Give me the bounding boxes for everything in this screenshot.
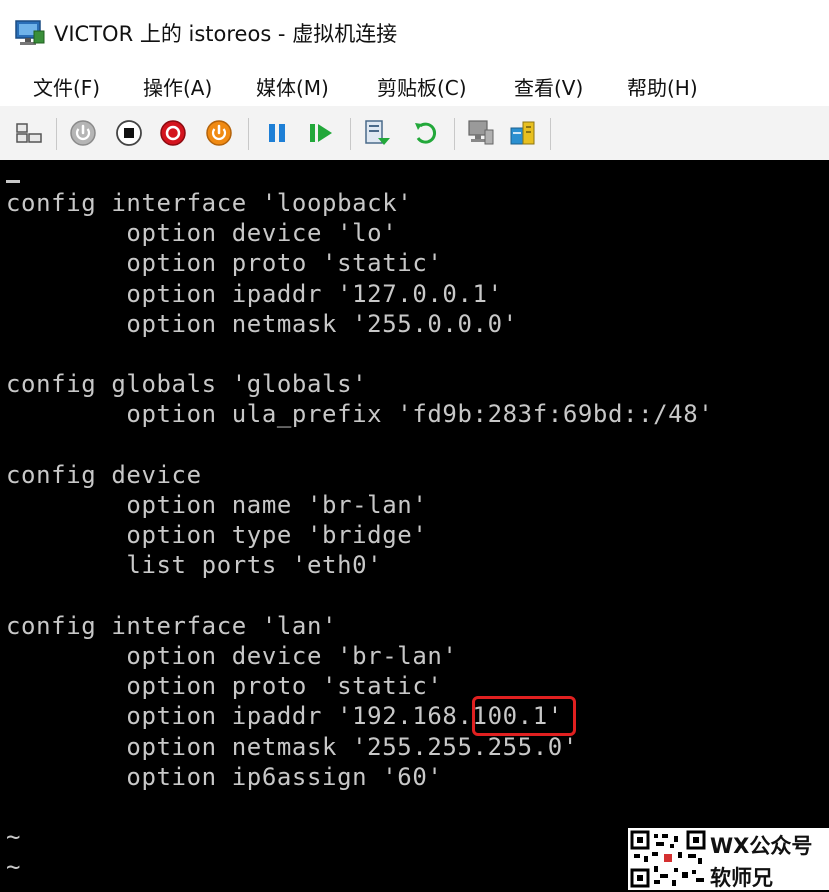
toolbar-separator	[56, 118, 57, 150]
revert-button[interactable]	[410, 118, 440, 148]
toolbar-separator	[550, 118, 551, 150]
revert-icon	[415, 122, 436, 144]
enhanced-session-icon	[468, 120, 494, 145]
console-line: option proto 'static'	[6, 672, 443, 701]
watermark: WX公众号 软师兄	[628, 828, 829, 890]
console-line: option ipaddr '127.0.0.1'	[6, 279, 503, 308]
start-button[interactable]	[68, 118, 98, 148]
console-line: option netmask '255.0.0.0'	[6, 309, 518, 338]
title-bar: VICTOR 上的 istoreos - 虚拟机连接	[0, 0, 829, 64]
console-line: config device	[6, 460, 202, 489]
resume-button[interactable]	[306, 118, 336, 148]
share-icon	[510, 121, 535, 145]
menu-clipboard[interactable]: 剪贴板(C)	[377, 72, 467, 101]
turn-off-button[interactable]	[114, 118, 144, 148]
start-icon	[70, 120, 96, 146]
vm-console[interactable]: config interface 'loopback' option devic…	[0, 160, 829, 890]
console-line: ~	[6, 853, 22, 882]
turn-off-icon	[116, 120, 142, 146]
ctrl-alt-del-icon	[16, 123, 42, 143]
watermark-line-1: WX公众号	[710, 834, 813, 858]
console-line: option ip6assign '60'	[6, 762, 443, 791]
menu-action[interactable]: 操作(A)	[143, 72, 212, 101]
console-line: option ula_prefix 'fd9b:283f:69bd::/48'	[6, 400, 714, 429]
console-line: option device 'lo'	[6, 219, 398, 248]
window-title: VICTOR 上的 istoreos - 虚拟机连接	[54, 22, 398, 46]
toolbar-separator	[248, 118, 249, 150]
console-line: config globals 'globals'	[6, 370, 368, 399]
shutdown-icon	[160, 120, 186, 146]
power-icon	[206, 120, 232, 146]
checkpoint-icon	[365, 120, 390, 145]
toolbar	[0, 106, 829, 160]
ip-highlight-box	[472, 696, 576, 736]
toolbar-separator	[454, 118, 455, 150]
menu-view[interactable]: 查看(V)	[514, 72, 583, 101]
menu-help[interactable]: 帮助(H)	[627, 72, 698, 101]
save-state-button[interactable]	[204, 118, 234, 148]
ctrl-alt-del-button[interactable]	[14, 118, 44, 148]
console-line: option netmask '255.255.255.0'	[6, 732, 578, 761]
console-line: ~	[6, 823, 22, 852]
console-line: option proto 'static'	[6, 249, 443, 278]
toolbar-separator	[350, 118, 351, 150]
console-line: list ports 'eth0'	[6, 551, 383, 580]
menu-file[interactable]: 文件(F)	[33, 72, 100, 101]
vm-connection-window: VICTOR 上的 istoreos - 虚拟机连接 文件(F) 操作(A) 媒…	[0, 0, 829, 890]
vm-connection-icon	[15, 20, 45, 45]
console-line: config interface 'loopback'	[6, 189, 413, 217]
console-line: option type 'bridge'	[6, 521, 428, 550]
pause-button[interactable]	[262, 118, 292, 148]
console-line: option device 'br-lan'	[6, 642, 458, 670]
resume-icon	[310, 124, 332, 142]
text-cursor	[6, 180, 20, 183]
console-line: ~	[6, 883, 21, 890]
console-line: config interface 'lan'	[6, 611, 338, 640]
qr-code-icon	[630, 830, 706, 888]
console-line: option name 'br-lan'	[6, 491, 428, 519]
watermark-line-2: 软师兄	[710, 866, 773, 890]
share-button[interactable]	[508, 118, 538, 148]
shutdown-button[interactable]	[158, 118, 188, 148]
enhanced-session-button[interactable]	[466, 118, 496, 148]
checkpoint-button[interactable]	[362, 118, 392, 148]
menu-bar: 文件(F) 操作(A) 媒体(M) 剪贴板(C) 查看(V) 帮助(H)	[0, 64, 829, 106]
menu-media[interactable]: 媒体(M)	[256, 72, 329, 101]
pause-icon	[269, 124, 285, 142]
